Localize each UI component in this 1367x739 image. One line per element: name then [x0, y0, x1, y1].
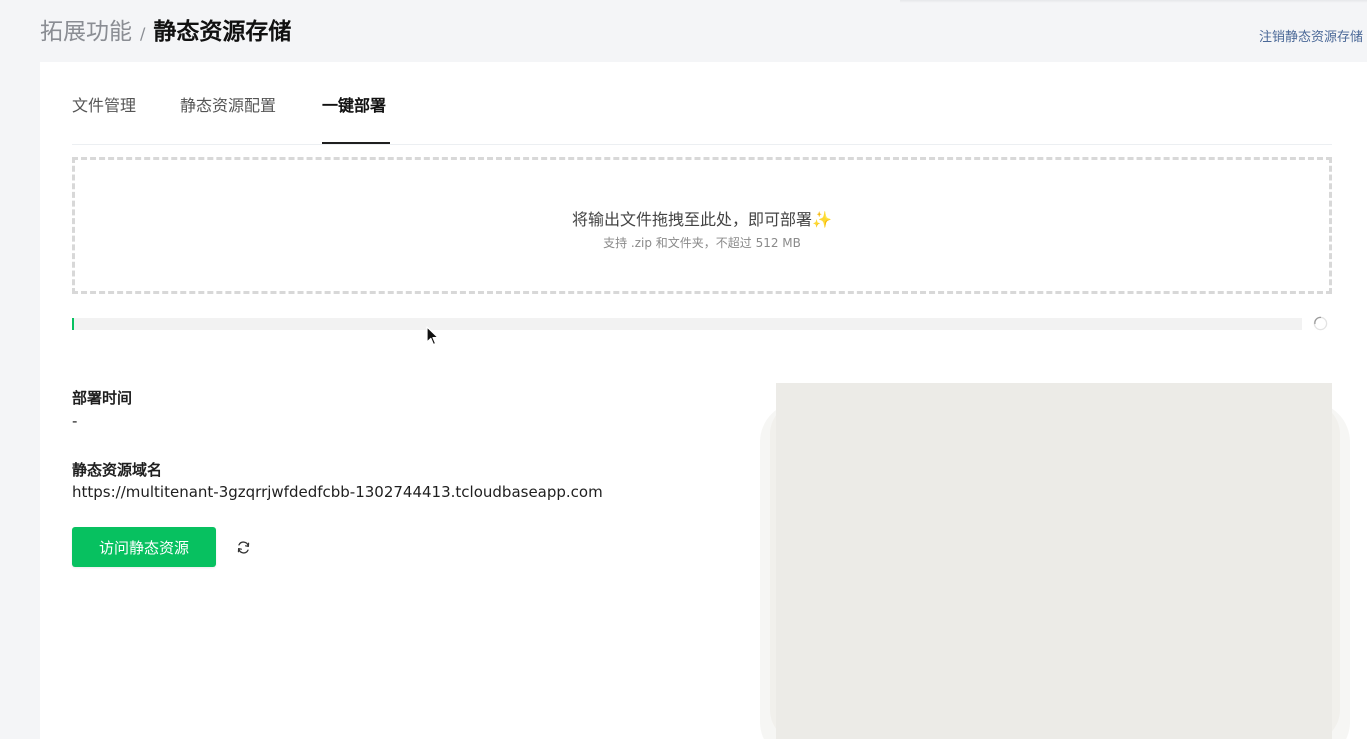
dropzone-subtitle: 支持 .zip 和文件夹，不超过 512 MB [603, 236, 801, 250]
domain-label: 静态资源域名 [72, 461, 163, 479]
breadcrumb-separator: / [140, 24, 146, 43]
dropzone-title-text: 将输出文件拖拽至此处，即可部署 [572, 210, 813, 229]
tab-file-management[interactable]: 文件管理 [72, 92, 136, 116]
deregister-storage-link[interactable]: 注销静态资源存储 [1259, 26, 1363, 45]
mouse-cursor-icon [426, 326, 439, 346]
upload-progress-bar [72, 318, 1302, 330]
refresh-icon[interactable] [236, 540, 251, 555]
progress-fill [72, 318, 75, 330]
deploy-preview-panel [776, 383, 1332, 739]
tab-static-config[interactable]: 静态资源配置 [180, 92, 276, 116]
upload-dropzone[interactable]: 将输出文件拖拽至此处，即可部署✨ 支持 .zip 和文件夹，不超过 512 MB [72, 157, 1332, 294]
page: 拓展功能 / 静态资源存储 注销静态资源存储 文件管理 静态资源配置 一键部署 … [0, 0, 1367, 739]
dropzone-title: 将输出文件拖拽至此处，即可部署✨ [75, 206, 1329, 230]
deploy-time-label: 部署时间 [72, 389, 133, 407]
visit-static-resources-button[interactable]: 访问静态资源 [72, 527, 216, 567]
deploy-time-value: - [72, 412, 78, 430]
top-shadow [900, 0, 1367, 3]
loading-spinner-icon [1313, 316, 1328, 331]
page-title: 静态资源存储 [153, 19, 292, 45]
sparkles-icon: ✨ [812, 210, 832, 229]
breadcrumb-parent[interactable]: 拓展功能 [40, 12, 132, 46]
domain-value: https://multitenant-3gzqrrjwfdedfcbb-130… [72, 483, 603, 501]
active-tab-indicator [322, 142, 390, 144]
main-card: 文件管理 静态资源配置 一键部署 将输出文件拖拽至此处，即可部署✨ 支持 .zi… [40, 62, 1367, 739]
breadcrumb: 拓展功能 / 静态资源存储 [40, 12, 291, 46]
tab-bar: 文件管理 静态资源配置 一键部署 [72, 62, 1332, 145]
tab-one-click-deploy[interactable]: 一键部署 [322, 92, 386, 116]
